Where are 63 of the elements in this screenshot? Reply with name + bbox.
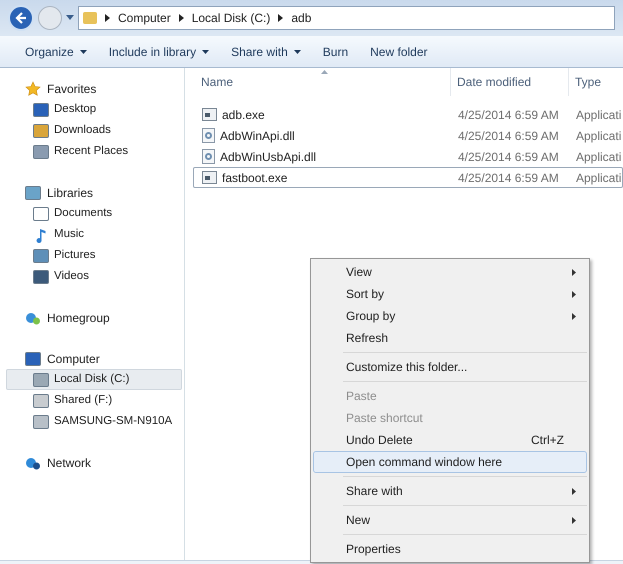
program-icon (202, 171, 217, 184)
nav-item[interactable]: Desktop (6, 99, 182, 120)
type-cell-text: Applicati (575, 170, 622, 186)
nav-group[interactable]: Computer (0, 348, 184, 369)
file-name: AdbWinApi.dll (220, 128, 295, 144)
date-cell-text: 4/25/2014 6:59 AM (457, 148, 560, 166)
toolbar-button[interactable]: Share with (231, 42, 301, 60)
menu-item[interactable]: Undo Delete Ctrl+Z (313, 429, 587, 451)
nav-item[interactable]: Documents (6, 203, 182, 224)
address-field[interactable]: Computer Local Disk (C:) adb (78, 6, 615, 30)
type-cell-text: Applicati (575, 106, 622, 124)
file-name: adb.exe (222, 106, 265, 124)
menu-item[interactable]: Properties (313, 538, 587, 560)
menu-item[interactable]: Refresh (313, 327, 587, 349)
caret-icon[interactable] (66, 15, 74, 21)
nav-item[interactable]: Shared (F:) (6, 390, 182, 411)
nav-group[interactable]: Homegroup (0, 307, 184, 328)
breadcrumb[interactable]: Computer (118, 9, 171, 27)
toolbar-button[interactable]: Burn (322, 42, 348, 60)
file-row[interactable]: AdbWinUsbApi.dll 4/25/2014 6:59 AM Applicati (193, 146, 623, 167)
menu-item[interactable]: View (313, 261, 587, 283)
menu-item[interactable]: Sort by (313, 283, 587, 305)
file-name: AdbWinUsbApi.dll (220, 148, 316, 166)
nav-group[interactable]: Favorites (0, 78, 184, 99)
nav-item[interactable]: Local Disk (C:) (6, 369, 182, 390)
back-button[interactable] (8, 5, 34, 31)
nav-item[interactable]: Downloads (6, 120, 182, 141)
file-name: fastboot.exe (222, 170, 288, 186)
type-cell-text: Applicati (575, 148, 622, 166)
left-arrow-icon (15, 12, 27, 24)
nav-group[interactable]: Libraries (0, 182, 184, 203)
menu-item[interactable]: Share with (313, 480, 587, 502)
toolbar-button[interactable]: Organize (25, 42, 87, 60)
chevron-icon (178, 14, 184, 22)
toolbar-button[interactable]: New folder (370, 42, 428, 60)
toolbar-button[interactable]: Include in library (108, 42, 210, 60)
nav-item[interactable]: Pictures (6, 245, 182, 266)
menu-item[interactable]: Customize this folder... (313, 356, 587, 378)
nav-item[interactable]: Music (6, 224, 182, 245)
sort-arrow-icon (321, 70, 328, 74)
program-icon (202, 108, 217, 121)
date-cell-text: 4/25/2014 6:59 AM (457, 170, 560, 186)
nav-item[interactable]: SAMSUNG-SM-N910A (6, 411, 182, 432)
folder-icon (83, 12, 97, 24)
chevron-icon (105, 14, 110, 22)
file-row[interactable]: fastboot.exe 4/25/2014 6:59 AM Applicati (193, 167, 623, 188)
breadcrumb[interactable]: Local Disk (C:) (192, 9, 270, 27)
menu-item[interactable]: Group by (313, 305, 587, 327)
nav-item[interactable]: Recent Places (6, 141, 182, 162)
nav-group[interactable]: Network (0, 452, 184, 473)
menu-item[interactable]: New (313, 509, 587, 531)
breadcrumb[interactable]: adb (291, 9, 312, 27)
star-icon (25, 80, 41, 96)
date-cell-text: 4/25/2014 6:59 AM (457, 106, 560, 124)
column-header[interactable]: Type (569, 68, 602, 96)
type-cell-text: Applicati (575, 128, 622, 144)
file-row[interactable]: AdbWinApi.dll 4/25/2014 6:59 AM Applicati (193, 125, 623, 146)
menu-item[interactable]: Open command window here (313, 451, 587, 473)
date-cell-text: 4/25/2014 6:59 AM (457, 128, 560, 144)
nav-item[interactable]: Videos (6, 266, 182, 287)
chevron-icon (278, 14, 284, 22)
file-row[interactable]: adb.exe 4/25/2014 6:59 AM Applicati (193, 104, 623, 125)
column-header[interactable]: Date modified (451, 68, 569, 96)
